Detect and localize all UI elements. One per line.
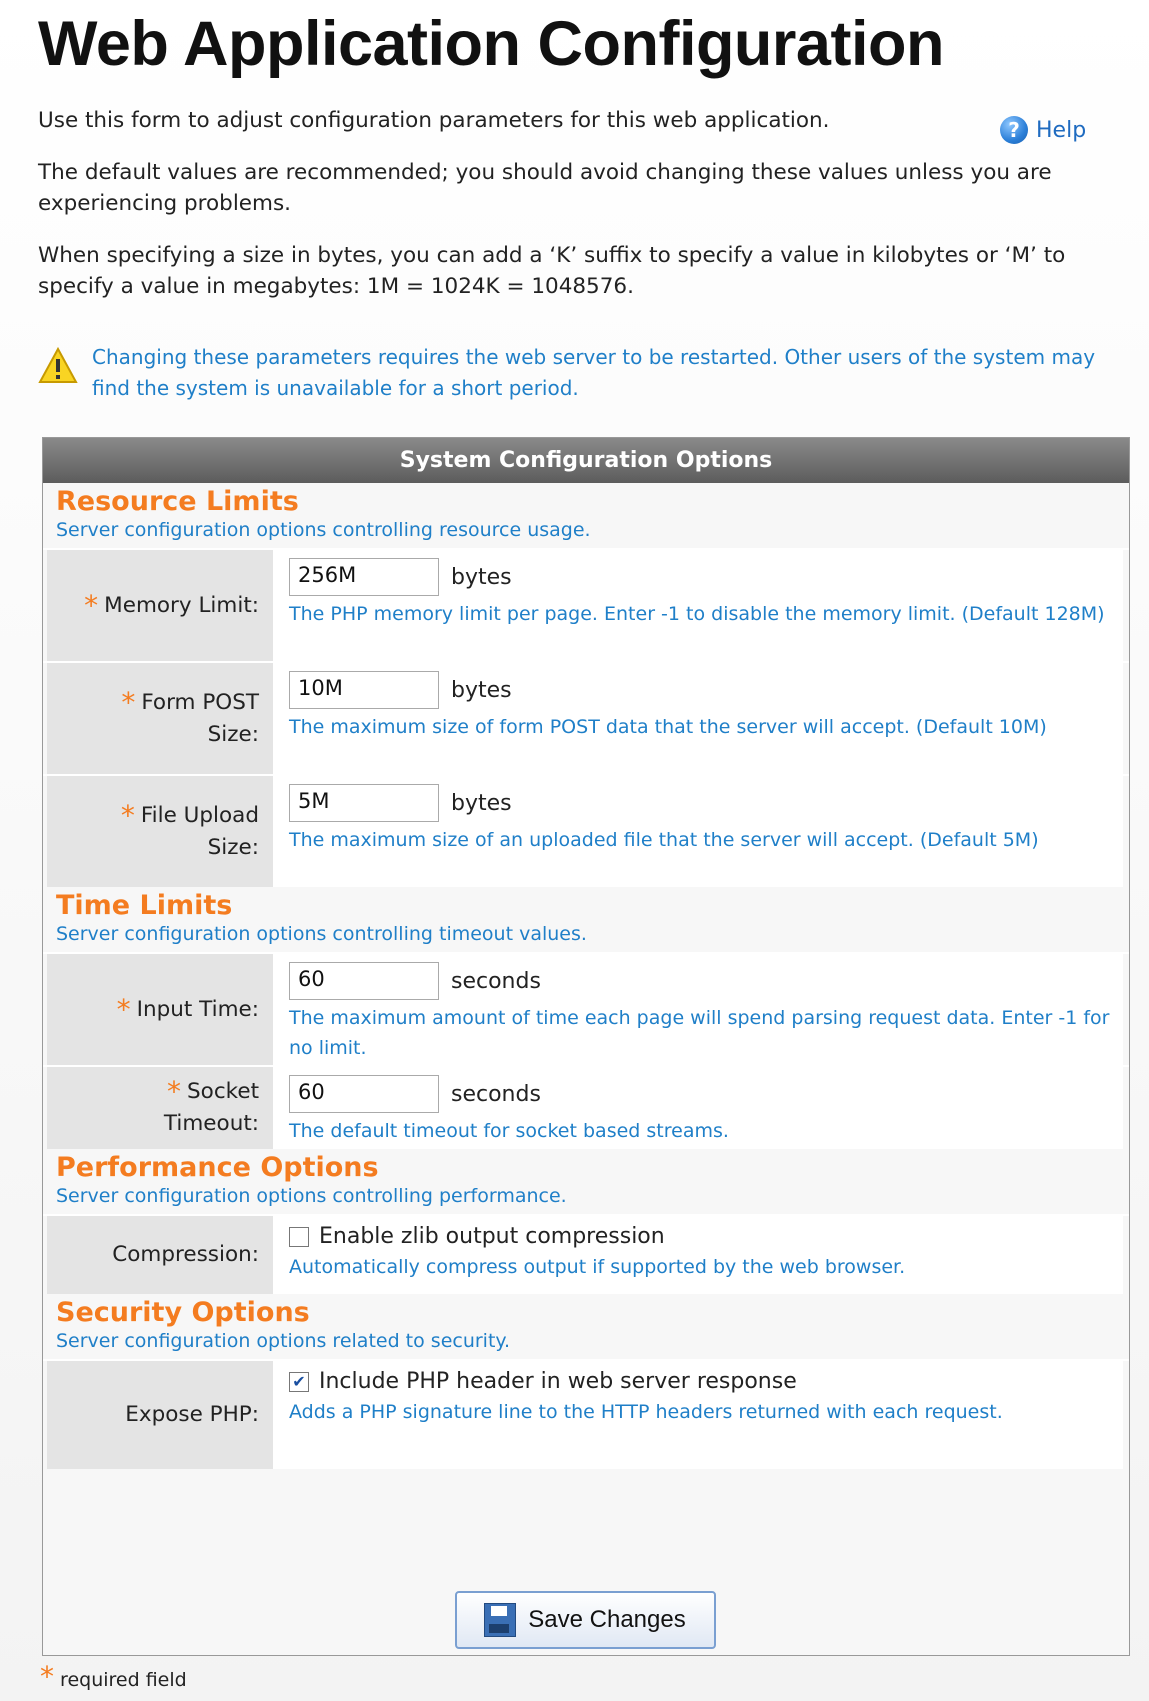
floppy-disk-icon	[484, 1603, 517, 1637]
required-star: *	[84, 588, 99, 622]
required-star: *	[167, 1075, 182, 1108]
memory-limit-label: * Memory Limit:	[47, 550, 275, 661]
memory-limit-input[interactable]: 256M	[289, 558, 439, 596]
section-performance-title: Performance Options	[56, 1152, 379, 1183]
required-star: *	[121, 685, 136, 719]
warning-icon	[38, 346, 78, 383]
compression-checkbox[interactable]	[289, 1226, 309, 1247]
compression-checkbox-label: Enable zlib output compression	[319, 1224, 665, 1249]
input-time-field: 60 seconds The maximum amount of time ea…	[275, 954, 1123, 1065]
expose-php-checkbox-label: Include PHP header in web server respons…	[319, 1369, 797, 1394]
expose-php-field: ✔ Include PHP header in web server respo…	[275, 1361, 1123, 1469]
section-resource-title: Resource Limits	[56, 486, 299, 517]
file-upload-input[interactable]: 5M	[289, 784, 439, 822]
required-star: *	[116, 992, 131, 1026]
help-icon: ?	[1000, 116, 1028, 144]
page-title: Web Application Configuration	[38, 9, 944, 79]
section-security-desc: Server configuration options related to …	[56, 1330, 510, 1352]
save-changes-label: Save Changes	[528, 1606, 686, 1633]
memory-limit-hint: The PHP memory limit per page. Enter -1 …	[289, 603, 1105, 625]
file-upload-row: * File Upload Size: 5M bytes The maximum s…	[43, 774, 1129, 887]
form-post-hint: The maximum size of form POST data that …	[289, 716, 1047, 738]
intro-text: Use this form to adjust configuration pa…	[38, 108, 830, 133]
file-upload-hint: The maximum size of an uploaded file tha…	[289, 829, 1039, 851]
compression-hint: Automatically compress output if support…	[289, 1256, 906, 1278]
save-changes-button[interactable]: Save Changes	[454, 1591, 716, 1649]
intro-recommend: The default values are recommended; you …	[38, 160, 1052, 216]
input-time-input[interactable]: 60	[289, 962, 439, 1000]
expose-php-row: Expose PHP: ✔ Include PHP header in web …	[43, 1359, 1129, 1469]
compression-label: Compression:	[47, 1216, 275, 1294]
form-post-field: 10M bytes The maximum size of form POST …	[275, 663, 1123, 774]
input-time-label: * Input Time:	[47, 954, 275, 1065]
memory-limit-field: 256M bytes The PHP memory limit per page…	[275, 550, 1123, 661]
file-upload-label: * File Upload Size:	[47, 776, 275, 887]
socket-timeout-label: * Socket Timeout:	[47, 1067, 275, 1149]
required-note: * required field	[40, 1660, 187, 1693]
section-time-desc: Server configuration options controlling…	[56, 923, 587, 945]
socket-timeout-input[interactable]: 60	[289, 1075, 439, 1113]
file-upload-unit: bytes	[451, 790, 512, 816]
button-bar: Save Changes	[47, 1591, 1123, 1649]
expose-php-checkbox[interactable]: ✔	[289, 1371, 309, 1392]
expose-php-label: Expose PHP:	[47, 1361, 275, 1469]
intro-size: When specifying a size in bytes, you can…	[38, 243, 1066, 299]
section-security-title: Security Options	[56, 1297, 310, 1328]
input-time-hint: The maximum amount of time each page wil…	[289, 1007, 1110, 1059]
required-star: *	[120, 798, 135, 832]
form-post-input[interactable]: 10M	[289, 671, 439, 709]
config-panel: System Configuration Options Resource Li…	[42, 437, 1130, 1656]
input-time-row: * Input Time: 60 seconds The maximum amo…	[43, 952, 1129, 1065]
expose-php-hint: Adds a PHP signature line to the HTTP he…	[289, 1401, 1003, 1423]
help-link[interactable]: ? Help	[1000, 116, 1086, 144]
section-performance-desc: Server configuration options controlling…	[56, 1185, 567, 1207]
panel-header: System Configuration Options	[43, 438, 1129, 483]
file-upload-field: 5M bytes The maximum size of an uploaded…	[275, 776, 1123, 887]
input-time-unit: seconds	[451, 968, 541, 994]
section-time-title: Time Limits	[56, 890, 233, 921]
socket-timeout-row: * Socket Timeout: 60 seconds The default t…	[43, 1065, 1129, 1149]
compression-field: Enable zlib output compression Automatic…	[275, 1216, 1123, 1294]
warning-box: Changing these parameters requires the w…	[38, 342, 1118, 404]
socket-timeout-unit: seconds	[451, 1081, 541, 1107]
memory-unit: bytes	[451, 564, 512, 590]
compression-row: Compression: Enable zlib output compress…	[43, 1214, 1129, 1294]
warning-text: Changing these parameters requires the w…	[92, 345, 1096, 400]
socket-timeout-field: 60 seconds The default timeout for socke…	[275, 1067, 1123, 1149]
section-resource-desc: Server configuration options controlling…	[56, 519, 591, 541]
socket-timeout-hint: The default timeout for socket based str…	[289, 1120, 729, 1142]
help-label: Help	[1036, 117, 1087, 143]
form-post-label: * Form POST Size:	[47, 663, 275, 774]
required-star: *	[40, 1660, 54, 1693]
form-post-row: * Form POST Size: 10M bytes The maximum si…	[43, 661, 1129, 774]
memory-limit-row: * Memory Limit: 256M bytes The PHP memor…	[43, 548, 1129, 661]
form-post-unit: bytes	[451, 677, 512, 703]
page: Web Application Configuration Use this f…	[0, 0, 1149, 1701]
